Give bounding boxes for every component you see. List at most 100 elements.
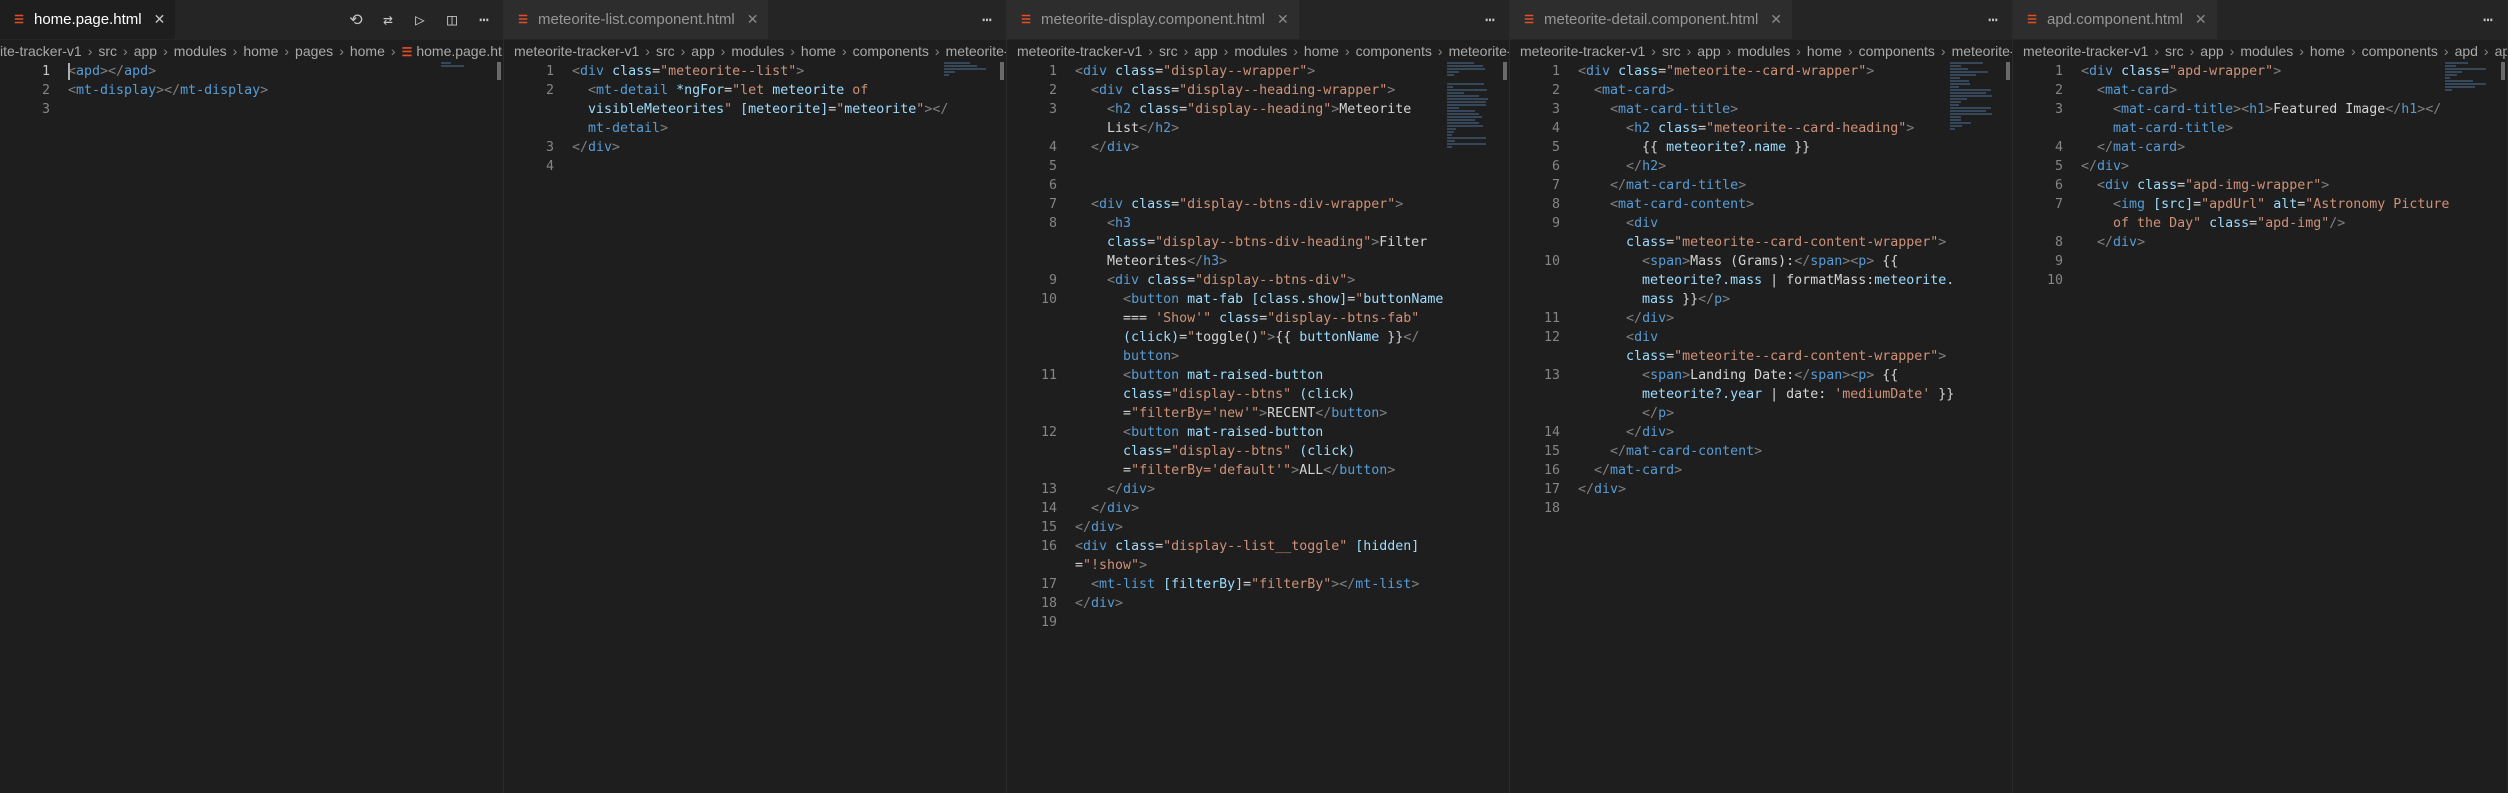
code-token: > [148, 64, 157, 79]
code-token: < [1123, 425, 1132, 440]
breadcrumb-item[interactable]: src [1159, 43, 1178, 59]
breadcrumb-item[interactable]: modules [1737, 43, 1790, 59]
close-icon[interactable]: ✕ [1277, 11, 1289, 28]
code-token: mt-display [76, 83, 157, 98]
breadcrumb-item[interactable]: home [243, 43, 278, 59]
breadcrumb-item[interactable]: home [1304, 43, 1339, 59]
breadcrumb-item[interactable]: meteorite-disp [1449, 43, 1509, 59]
code-token: "display--wrapper" [1163, 64, 1308, 79]
breadcrumb-item[interactable]: src [656, 43, 675, 59]
breadcrumb-item[interactable]: home.page.html [416, 43, 503, 59]
vertical-scrollbar[interactable] [2501, 62, 2505, 80]
breadcrumb-item[interactable]: app [1194, 43, 1217, 59]
code-token: class [1123, 387, 1164, 402]
minimap[interactable] [441, 62, 489, 71]
breadcrumb-item[interactable]: src [98, 43, 117, 59]
breadcrumb-item[interactable]: apd.c [2495, 43, 2507, 59]
breadcrumb-item[interactable]: meteorite-tracker-v1 [1520, 43, 1645, 59]
breadcrumb-item[interactable]: src [1662, 43, 1681, 59]
breadcrumb: meteorite-tracker-v1 › src › app › modules › hom… [1510, 40, 2012, 62]
code-token: "display--btns" [1171, 444, 1292, 459]
breadcrumb-item[interactable]: pages [295, 43, 333, 59]
vertical-scrollbar[interactable] [2006, 62, 2010, 80]
line-number: 8 [2054, 235, 2063, 250]
chevron-right-icon: › [2229, 43, 2235, 59]
compare-icon[interactable]: ⇄ [379, 10, 397, 29]
breadcrumb-item[interactable]: meteorite-det [1952, 43, 2012, 59]
breadcrumb-item[interactable]: app [691, 43, 714, 59]
breadcrumb-item[interactable]: home [1807, 43, 1842, 59]
code-editor[interactable]: 1 <div class="apd-wrapper"> 2 <mat-card> 3 … [2013, 62, 2507, 290]
code-editor[interactable]: 1 <div class="meteorite--card-wrapper"> 2 … [1510, 62, 2012, 518]
close-icon[interactable]: ✕ [2195, 11, 2207, 28]
minimap-line [1447, 119, 1475, 121]
more-icon[interactable]: ⋯ [1984, 10, 2002, 29]
close-icon[interactable]: ✕ [1770, 11, 1782, 28]
editor-tab[interactable]: ☰ meteorite-display.component.html ✕ [1007, 0, 1299, 39]
minimap[interactable] [1950, 62, 1998, 134]
breadcrumb-item[interactable]: app [134, 43, 157, 59]
code-token: </ [1107, 482, 1124, 497]
breadcrumb-item[interactable]: modules [174, 43, 227, 59]
history-icon[interactable]: ⟲ [347, 10, 365, 29]
more-icon[interactable]: ⋯ [1481, 10, 1499, 29]
breadcrumb-item[interactable]: modules [731, 43, 784, 59]
more-icon[interactable]: ⋯ [2479, 10, 2497, 29]
minimap[interactable] [944, 62, 992, 80]
breadcrumb-item[interactable]: meteorite-list [946, 43, 1006, 59]
minimap-line [1950, 128, 1956, 130]
split-editor-icon[interactable]: ◫ [443, 10, 461, 29]
editor-tab[interactable]: ☰ apd.component.html ✕ [2013, 0, 2217, 39]
more-icon[interactable]: ⋯ [978, 10, 996, 29]
breadcrumb-item[interactable]: meteorite-tracker-v1 [2023, 43, 2148, 59]
breadcrumb-item[interactable]: home [350, 43, 385, 59]
breadcrumb-item[interactable]: components [2362, 43, 2438, 59]
editor-tab[interactable]: ☰ meteorite-list.component.html ✕ [504, 0, 769, 39]
code-token: "display--btns-div-wrapper" [1179, 197, 1396, 212]
more-icon[interactable]: ⋯ [475, 10, 493, 29]
run-icon[interactable]: ▷ [411, 10, 429, 29]
breadcrumb-item[interactable]: home [2310, 43, 2345, 59]
editor-tab[interactable]: ☰ meteorite-detail.component.html ✕ [1510, 0, 1793, 39]
code-token: < [2081, 64, 2090, 79]
minimap[interactable] [2445, 62, 2493, 98]
code-line: 6 [1007, 176, 1509, 195]
chevron-right-icon: › [1183, 43, 1189, 59]
code-token: of [844, 83, 869, 98]
vertical-scrollbar[interactable] [1503, 62, 1507, 80]
vertical-scrollbar[interactable] [1000, 62, 1004, 80]
breadcrumb-item[interactable]: apd [2455, 43, 2478, 59]
code-token: > [1666, 311, 1675, 326]
breadcrumb-item[interactable]: src [2165, 43, 2184, 59]
close-icon[interactable]: ✕ [747, 11, 759, 28]
breadcrumb-item[interactable]: ite-tracker-v1 [0, 43, 82, 59]
breadcrumb-item[interactable]: app [2200, 43, 2223, 59]
editor-tab[interactable]: ☰ home.page.html ✕ [0, 0, 176, 39]
code-editor[interactable]: 1 <apd></apd> 2 <mt-display></mt-display> 3 [0, 62, 503, 119]
code-line: 5 </div> [2013, 157, 2507, 176]
breadcrumb-item[interactable]: components [1356, 43, 1432, 59]
breadcrumb-item[interactable]: meteorite-tracker-v1 [514, 43, 639, 59]
code-token: > [2169, 83, 2178, 98]
code-line: </p> [1510, 404, 2012, 423]
breadcrumb-item[interactable]: components [853, 43, 929, 59]
breadcrumb-item[interactable]: home [801, 43, 836, 59]
breadcrumb-item[interactable]: meteorite-tracker-v1 [1017, 43, 1142, 59]
breadcrumb-item[interactable]: components [1859, 43, 1935, 59]
code-token: mass [1642, 292, 1675, 307]
minimap-line [2445, 80, 2473, 82]
minimap-line [1447, 104, 1486, 106]
code-editor[interactable]: 1 <div class="display--wrapper"> 2 <div cl… [1007, 62, 1509, 632]
minimap-line [1950, 80, 1969, 82]
code-line: 8 <h3 [1007, 214, 1509, 233]
minimap-line [1447, 137, 1486, 139]
minimap[interactable] [1447, 62, 1495, 152]
code-editor[interactable]: 1 <div class="meteorite--list"> 2 <mt-deta… [504, 62, 1006, 176]
vertical-scrollbar[interactable] [497, 62, 501, 80]
close-icon[interactable]: ✕ [154, 11, 166, 28]
chevron-right-icon: › [2350, 43, 2356, 59]
breadcrumb-item[interactable]: modules [1234, 43, 1287, 59]
breadcrumb-item[interactable]: app [1697, 43, 1720, 59]
breadcrumb-item[interactable]: modules [2240, 43, 2293, 59]
